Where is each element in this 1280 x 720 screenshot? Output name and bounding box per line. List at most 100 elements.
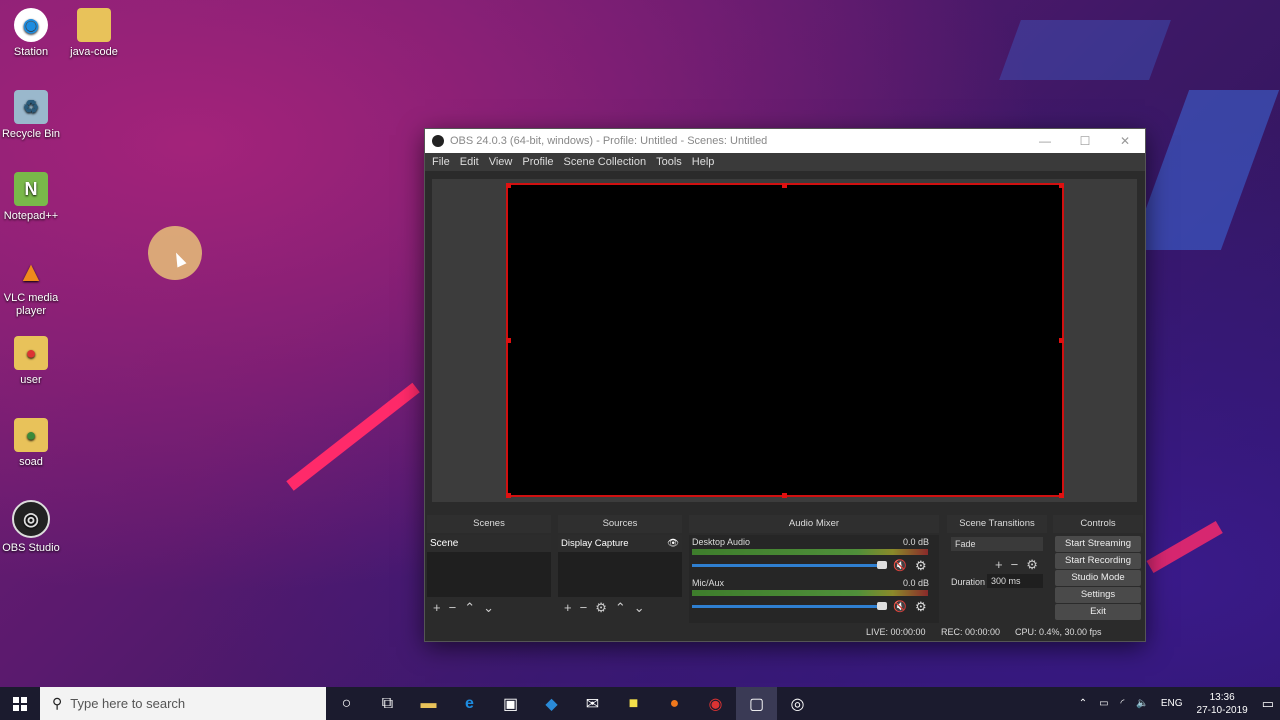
battery-icon[interactable]: ▭ xyxy=(1099,698,1108,709)
windows-logo-icon xyxy=(13,696,27,711)
scenes-list[interactable]: Scene xyxy=(427,535,551,597)
start-button[interactable] xyxy=(0,687,40,720)
scene-transitions-dock: Scene Transitions Fade + − ⚙ Duration 300 … xyxy=(947,515,1047,625)
recycle-bin-icon: ♻ xyxy=(14,90,48,124)
gear-icon[interactable]: ⚙ xyxy=(915,599,927,615)
desktop-icon-notepad[interactable]: N Notepad++ xyxy=(0,172,62,223)
gear-icon[interactable]: ⚙ xyxy=(595,600,607,616)
volume-slider[interactable] xyxy=(692,605,882,608)
firefox-icon[interactable]: ● xyxy=(654,687,695,720)
move-up-icon[interactable]: ⌃ xyxy=(464,600,475,616)
rec-status: REC: 00:00:00 xyxy=(941,627,1001,637)
notepad-icon: N xyxy=(14,172,48,206)
menu-bar: File Edit View Profile Scene Collection … xyxy=(425,153,1145,171)
resize-handle[interactable] xyxy=(782,493,787,498)
resize-handle[interactable] xyxy=(1059,338,1064,343)
sticky-notes-icon[interactable]: ■ xyxy=(613,687,654,720)
volume-meter xyxy=(692,590,928,596)
live-status: LIVE: 00:00:00 xyxy=(866,627,926,637)
snipping-tool-icon[interactable]: ▢ xyxy=(736,687,777,720)
mail-icon[interactable]: ✉ xyxy=(572,687,613,720)
gear-icon[interactable]: ⚙ xyxy=(915,558,927,574)
desktop-icon-station[interactable]: ◉ Station xyxy=(0,8,62,59)
mute-icon[interactable]: 🔇 xyxy=(893,559,907,572)
preview-canvas[interactable] xyxy=(506,183,1064,497)
resize-handle[interactable] xyxy=(1059,183,1064,188)
file-explorer-icon[interactable]: ▬ xyxy=(408,687,449,720)
desktop-icon-recycle-bin[interactable]: ♻ Recycle Bin xyxy=(0,90,62,141)
mute-icon[interactable]: 🔇 xyxy=(893,600,907,613)
search-placeholder: Type here to search xyxy=(70,696,186,711)
menu-tools[interactable]: Tools xyxy=(651,156,687,168)
volume-slider-knob[interactable] xyxy=(877,602,887,610)
menu-scene-collection[interactable]: Scene Collection xyxy=(559,156,652,168)
move-down-icon[interactable]: ⌄ xyxy=(483,600,494,616)
channel-level: 0.0 dB xyxy=(902,578,929,588)
menu-file[interactable]: File xyxy=(427,156,455,168)
gear-icon[interactable]: ⚙ xyxy=(1026,557,1038,573)
language-indicator[interactable]: ENG xyxy=(1161,698,1183,709)
studio-mode-button[interactable]: Studio Mode xyxy=(1055,570,1141,586)
start-recording-button[interactable]: Start Recording xyxy=(1055,553,1141,569)
desktop-icon-label: soad xyxy=(19,456,43,468)
menu-view[interactable]: View xyxy=(484,156,518,168)
resize-handle[interactable] xyxy=(1059,493,1064,498)
desktop-icon-user[interactable]: ● user xyxy=(0,336,62,387)
folder-icon xyxy=(77,8,111,42)
title-bar[interactable]: OBS 24.0.3 (64-bit, windows) - Profile: … xyxy=(425,129,1145,153)
start-streaming-button[interactable]: Start Streaming xyxy=(1055,536,1141,552)
station-icon: ◉ xyxy=(14,8,48,42)
desktop-icon-obs-studio[interactable]: ◎ OBS Studio xyxy=(0,500,62,555)
resize-handle[interactable] xyxy=(506,183,511,188)
desktop-icon-label: java-code xyxy=(70,46,118,58)
resize-handle[interactable] xyxy=(506,338,511,343)
minimize-icon[interactable]: — xyxy=(1025,134,1065,148)
remove-icon[interactable]: − xyxy=(580,600,588,616)
volume-slider[interactable] xyxy=(692,564,882,567)
desktop-icon-vlc[interactable]: ▲ VLC media player xyxy=(0,254,62,318)
close-icon[interactable]: ✕ xyxy=(1105,134,1145,148)
scene-item[interactable]: Scene xyxy=(427,535,551,552)
settings-button[interactable]: Settings xyxy=(1055,587,1141,603)
desktop-icon-soad[interactable]: ● soad xyxy=(0,418,62,469)
obs-window[interactable]: OBS 24.0.3 (64-bit, windows) - Profile: … xyxy=(425,129,1145,641)
cortana-icon[interactable]: ○ xyxy=(326,687,367,720)
remove-icon[interactable]: − xyxy=(1011,557,1019,573)
resize-handle[interactable] xyxy=(782,183,787,188)
edge-icon[interactable]: e xyxy=(449,687,490,720)
clock[interactable]: 13:36 27-10-2019 xyxy=(1197,691,1248,717)
duration-input[interactable]: 300 ms xyxy=(987,574,1043,588)
eye-icon[interactable]: 👁 xyxy=(667,538,679,549)
source-item-label: Display Capture xyxy=(561,538,629,549)
add-icon[interactable]: + xyxy=(995,557,1003,573)
remove-icon[interactable]: − xyxy=(449,600,457,616)
volume-icon[interactable]: 🔈 xyxy=(1136,698,1148,709)
add-icon[interactable]: + xyxy=(564,600,572,616)
move-up-icon[interactable]: ⌃ xyxy=(615,600,626,616)
vscode-icon[interactable]: ◆ xyxy=(531,687,572,720)
resize-handle[interactable] xyxy=(506,493,511,498)
notifications-icon[interactable]: ▭ xyxy=(1262,696,1274,712)
chevron-up-icon[interactable]: ⌃ xyxy=(1079,698,1087,709)
channel-name: Mic/Aux xyxy=(692,578,725,588)
maximize-icon[interactable]: ☐ xyxy=(1065,134,1105,148)
sources-list[interactable]: Display Capture 👁 xyxy=(558,535,682,597)
obs-taskbar-icon[interactable]: ◎ xyxy=(777,687,818,720)
desktop-icon-java-code[interactable]: java-code xyxy=(63,8,125,59)
source-item[interactable]: Display Capture 👁 xyxy=(558,535,682,552)
menu-profile[interactable]: Profile xyxy=(517,156,558,168)
network-icon[interactable]: ◜ xyxy=(1121,698,1125,709)
add-icon[interactable]: + xyxy=(433,600,441,616)
duration-label: Duration xyxy=(951,577,986,587)
chrome-icon[interactable]: ◉ xyxy=(695,687,736,720)
store-icon[interactable]: ▣ xyxy=(490,687,531,720)
volume-slider-knob[interactable] xyxy=(877,561,887,569)
menu-edit[interactable]: Edit xyxy=(455,156,484,168)
exit-button[interactable]: Exit xyxy=(1055,604,1141,620)
taskbar-search[interactable]: ⚲ Type here to search xyxy=(40,687,326,720)
controls-header: Controls xyxy=(1053,515,1143,533)
menu-help[interactable]: Help xyxy=(687,156,720,168)
move-down-icon[interactable]: ⌄ xyxy=(634,600,645,616)
transition-select[interactable]: Fade xyxy=(951,537,1043,551)
task-view-icon[interactable]: ⧉ xyxy=(367,687,408,720)
